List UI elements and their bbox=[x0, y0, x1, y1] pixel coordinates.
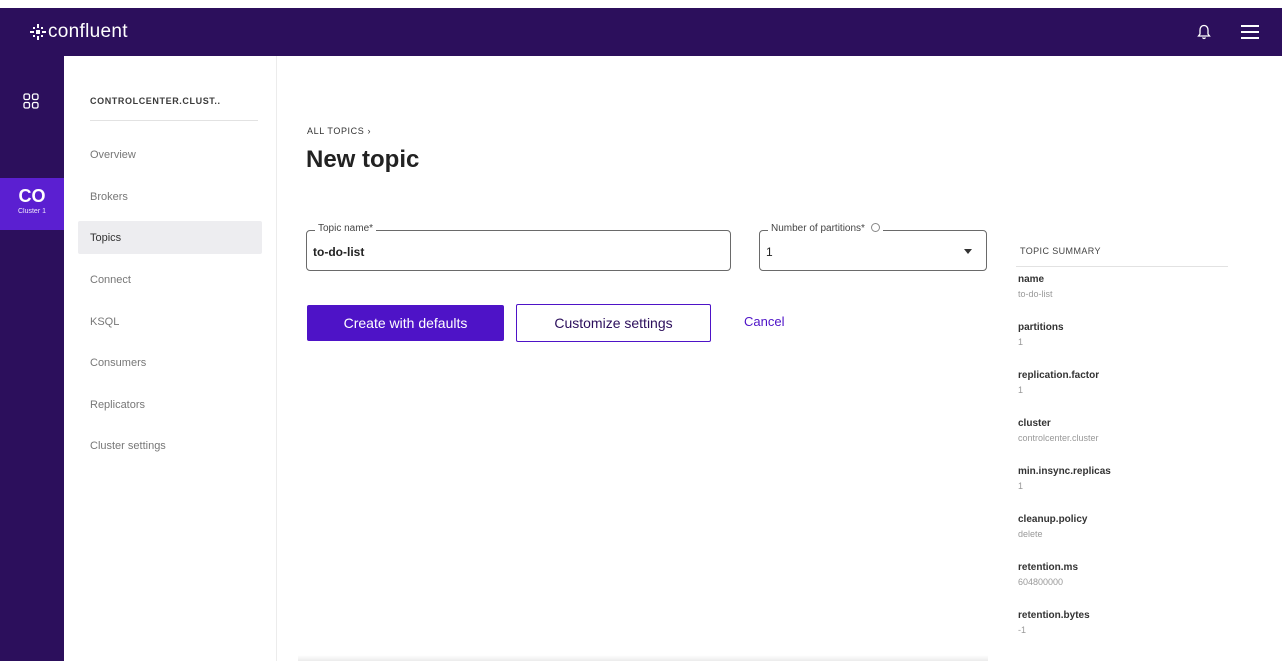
chevron-down-icon bbox=[964, 249, 972, 254]
cluster-switcher[interactable]: CO Cluster 1 bbox=[0, 178, 64, 230]
summary-key: cleanup.policy bbox=[1018, 514, 1088, 525]
summary-key: partitions bbox=[1018, 322, 1064, 333]
summary-row: retention.ms 604800000 bbox=[1018, 562, 1236, 603]
summary-row: cluster controlcenter.cluster bbox=[1018, 418, 1236, 459]
topic-name-label: Topic name* bbox=[315, 223, 377, 234]
summary-key: min.insync.replicas bbox=[1018, 466, 1111, 477]
summary-row: retention.bytes -1 bbox=[1018, 610, 1236, 651]
customize-settings-button[interactable]: Customize settings bbox=[516, 304, 711, 342]
sidebar-item-connect[interactable]: Connect bbox=[78, 263, 262, 296]
cluster-abbr: CO bbox=[18, 186, 46, 206]
summary-value: 1 bbox=[1018, 337, 1024, 347]
sidebar-item-brokers[interactable]: Brokers bbox=[78, 180, 262, 213]
topic-name-field[interactable]: Topic name* to-do-list bbox=[306, 223, 731, 271]
bell-icon[interactable] bbox=[1194, 22, 1214, 42]
hamburger-menu-icon[interactable] bbox=[1240, 22, 1260, 42]
summary-key: name bbox=[1018, 274, 1045, 285]
divider bbox=[1016, 266, 1228, 267]
summary-value: 1 bbox=[1018, 481, 1024, 491]
topic-summary-panel: TOPIC SUMMARY name to-do-list partitions… bbox=[1016, 226, 1236, 651]
summary-value: -1 bbox=[1018, 625, 1027, 635]
summary-row: name to-do-list bbox=[1018, 274, 1236, 315]
partitions-value: 1 bbox=[766, 245, 773, 259]
sidebar-item-replicators[interactable]: Replicators bbox=[78, 388, 262, 421]
summary-value: 604800000 bbox=[1018, 577, 1064, 587]
topic-name-value: to-do-list bbox=[313, 245, 365, 259]
summary-key: retention.ms bbox=[1018, 562, 1079, 573]
summary-row: partitions 1 bbox=[1018, 322, 1236, 363]
create-with-defaults-button[interactable]: Create with defaults bbox=[307, 305, 504, 341]
sidebar-item-ksql[interactable]: KSQL bbox=[78, 305, 262, 338]
partitions-select[interactable]: Number of partitions* 1 bbox=[759, 223, 987, 271]
partitions-label: Number of partitions* bbox=[768, 223, 883, 234]
sidebar-item-cluster-settings[interactable]: Cluster settings bbox=[78, 429, 262, 462]
brand-name: confluent bbox=[48, 21, 128, 42]
summary-title: TOPIC SUMMARY bbox=[1020, 246, 1101, 256]
summary-key: retention.bytes bbox=[1018, 610, 1090, 621]
summary-value: controlcenter.cluster bbox=[1018, 433, 1099, 443]
main-content: ALL TOPICS › New topic Topic name* to-do… bbox=[278, 56, 1282, 661]
summary-row: replication.factor 1 bbox=[1018, 370, 1236, 411]
confluent-logo-icon bbox=[30, 24, 46, 40]
sidebar-item-overview[interactable]: Overview bbox=[78, 138, 262, 171]
brand-logo[interactable]: confluent bbox=[30, 21, 128, 43]
divider bbox=[90, 120, 258, 121]
cluster-name: CONTROLCENTER.CLUST.. bbox=[90, 96, 221, 106]
summary-value: 1 bbox=[1018, 385, 1024, 395]
breadcrumb[interactable]: ALL TOPICS › bbox=[307, 126, 371, 136]
summary-value: delete bbox=[1018, 529, 1043, 539]
sidebar-item-consumers[interactable]: Consumers bbox=[78, 346, 262, 379]
top-bar: confluent bbox=[0, 8, 1282, 56]
sidebar-item-topics[interactable]: Topics bbox=[78, 221, 262, 254]
summary-value: to-do-list bbox=[1018, 289, 1053, 299]
summary-row: min.insync.replicas 1 bbox=[1018, 466, 1236, 507]
cluster-sub-label: Cluster 1 bbox=[17, 208, 46, 215]
summary-key: replication.factor bbox=[1018, 370, 1100, 381]
footer-shadow bbox=[298, 655, 988, 661]
summary-row: cleanup.policy delete bbox=[1018, 514, 1236, 555]
info-icon[interactable] bbox=[870, 223, 880, 232]
left-rail: CO Cluster 1 bbox=[0, 56, 64, 661]
sidebar: CONTROLCENTER.CLUST.. Overview Brokers T… bbox=[64, 56, 277, 661]
grid-icon[interactable] bbox=[23, 93, 39, 109]
page-title: New topic bbox=[306, 146, 420, 173]
summary-key: cluster bbox=[1018, 418, 1051, 429]
cancel-button[interactable]: Cancel bbox=[744, 314, 784, 329]
